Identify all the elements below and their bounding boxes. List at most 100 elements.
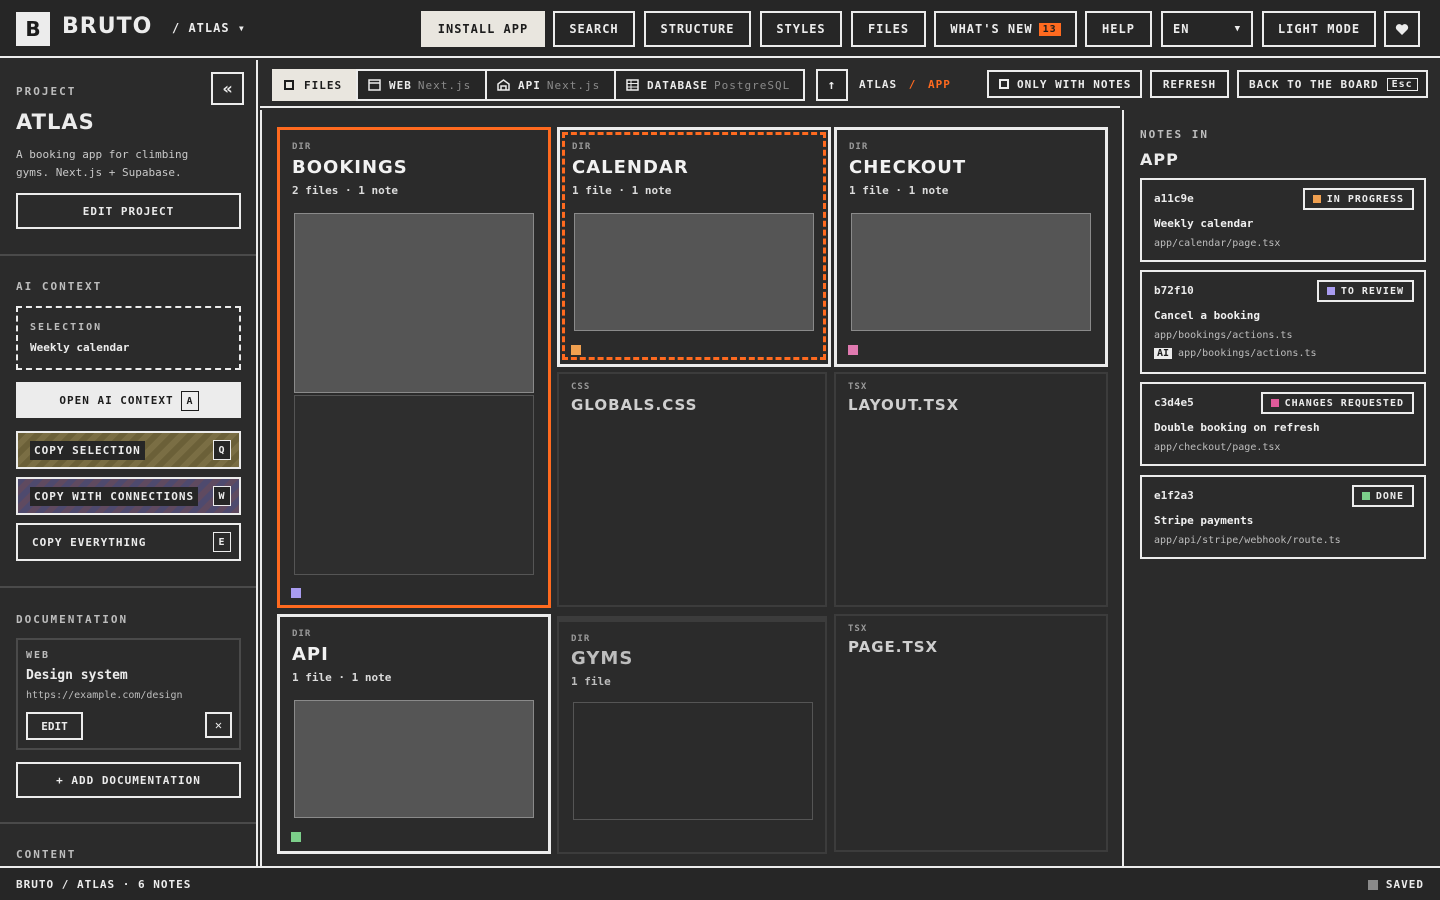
- note-card[interactable]: b72f10 TO REVIEW Cancel a booking app/bo…: [1140, 270, 1426, 374]
- file-preview[interactable]: [574, 213, 814, 331]
- card-api[interactable]: DIR API 1 file · 1 note: [277, 614, 551, 854]
- status-badge: TO REVIEW: [1316, 280, 1414, 302]
- note-path[interactable]: app/api/stripe/webhook/route.ts: [1154, 535, 1341, 546]
- ai-tag: AI: [1154, 348, 1173, 359]
- copy-everything-label: COPY EVERYTHING: [32, 535, 147, 549]
- note-title: Double booking on refresh: [1154, 421, 1320, 434]
- file-preview[interactable]: [851, 213, 1091, 331]
- notes-label: NOTES IN: [1140, 128, 1209, 141]
- app-name: BRUTO: [62, 14, 153, 39]
- ai-path[interactable]: app/bookings/actions.ts: [1178, 348, 1316, 359]
- language-select[interactable]: EN ▼: [1161, 11, 1253, 47]
- card-gyms[interactable]: DIR GYMS 1 file: [557, 616, 827, 854]
- whats-new-button[interactable]: WHAT'S NEW 13: [934, 11, 1077, 47]
- ai-context-section: AI CONTEXT SELECTION Weekly calendar OPE…: [0, 256, 256, 588]
- file-preview[interactable]: [294, 700, 534, 818]
- breadcrumb: ATLAS / APP: [859, 78, 951, 91]
- view-tabs-row: FILES WEB Next.js API Next.js DATABASE Post…: [260, 60, 1428, 108]
- note-card[interactable]: c3d4e5 CHANGES REQUESTED Double booking …: [1140, 382, 1426, 466]
- structure-button[interactable]: STRUCTURE: [644, 11, 751, 47]
- open-ai-context-button[interactable]: OPEN AI CONTEXT A: [16, 382, 241, 418]
- note-path[interactable]: app/checkout/page.tsx: [1154, 442, 1280, 453]
- tab-api[interactable]: API Next.js: [485, 69, 616, 101]
- tab-label: DATABASE: [647, 78, 708, 92]
- refresh-button[interactable]: REFRESH: [1150, 70, 1229, 98]
- doc-remove-button[interactable]: ✕: [205, 712, 232, 738]
- note-card[interactable]: e1f2a3 DONE Stripe payments app/api/stri…: [1140, 475, 1426, 559]
- files-button[interactable]: FILES: [851, 11, 926, 47]
- note-marker: [291, 832, 301, 842]
- shortcut-key: W: [213, 486, 231, 506]
- note-ai-path-row: AI app/bookings/actions.ts: [1154, 348, 1317, 359]
- board: DIR BOOKINGS 2 files · 1 note DIR CALEND…: [260, 110, 1120, 866]
- status-dot: [1270, 399, 1279, 407]
- help-button[interactable]: HELP: [1085, 11, 1152, 47]
- styles-button[interactable]: STYLES: [760, 11, 842, 47]
- project-description: A booking app for climbing gyms. Next.js…: [16, 148, 189, 179]
- only-with-notes-toggle[interactable]: ONLY WITH NOTES: [987, 70, 1142, 98]
- status-dot: [1326, 287, 1335, 295]
- card-bookings[interactable]: DIR BOOKINGS 2 files · 1 note: [277, 127, 551, 608]
- back-label: BACK TO THE BOARD: [1249, 77, 1379, 91]
- tab-files[interactable]: FILES: [272, 69, 358, 101]
- tab-web[interactable]: WEB Next.js: [356, 69, 487, 101]
- file-preview[interactable]: [294, 395, 534, 575]
- project-label: PROJECT: [16, 85, 77, 98]
- card-title: CALENDAR: [572, 157, 689, 178]
- file-preview[interactable]: [294, 213, 534, 393]
- documentation-label: DOCUMENTATION: [16, 613, 129, 626]
- card-globals-css[interactable]: CSS GLOBALS.CSS: [557, 372, 827, 607]
- project-switcher[interactable]: / ATLAS ▾: [172, 21, 246, 35]
- doc-kind: WEB: [26, 650, 51, 661]
- note-title: Cancel a booking: [1154, 309, 1260, 322]
- status-badge: DONE: [1351, 485, 1414, 507]
- open-ai-context-label: OPEN AI CONTEXT: [59, 393, 174, 407]
- note-path[interactable]: app/bookings/actions.ts: [1154, 330, 1292, 341]
- breadcrumb-separator: /: [908, 78, 917, 91]
- favorite-button[interactable]: [1384, 11, 1420, 47]
- copy-with-connections-button[interactable]: COPY WITH CONNECTIONS W: [16, 477, 241, 515]
- card-meta: 1 file · 1 note: [292, 671, 392, 684]
- edit-project-button[interactable]: EDIT PROJECT: [16, 193, 241, 229]
- content-section: CONTENT: [0, 824, 256, 866]
- card-calendar[interactable]: DIR CALENDAR 1 file · 1 note: [557, 127, 831, 367]
- copy-everything-button[interactable]: COPY EVERYTHING E: [16, 523, 241, 561]
- heart-icon: [1395, 23, 1409, 35]
- ai-context-label: AI CONTEXT: [16, 280, 103, 293]
- logo-mark: B: [16, 12, 50, 46]
- tab-label: FILES: [304, 78, 343, 92]
- card-checkout[interactable]: DIR CHECKOUT 1 file · 1 note: [834, 127, 1108, 367]
- note-card[interactable]: a11c9e IN PROGRESS Weekly calendar app/c…: [1140, 178, 1426, 262]
- status-bar: BRUTO / ATLAS · 6 NOTES SAVED: [0, 866, 1440, 900]
- add-documentation-button[interactable]: + ADD DOCUMENTATION: [16, 762, 241, 798]
- saved-icon: [1367, 879, 1378, 890]
- doc-edit-button[interactable]: EDIT: [26, 712, 83, 740]
- breadcrumb-root[interactable]: ATLAS: [859, 78, 897, 91]
- collapse-sidebar-button[interactable]: «: [211, 72, 244, 105]
- note-title: Weekly calendar: [1154, 217, 1254, 230]
- card-kind: DIR: [292, 142, 312, 152]
- tab-database[interactable]: DATABASE PostgreSQL: [614, 69, 805, 101]
- selection-box: SELECTION Weekly calendar: [16, 306, 241, 370]
- copy-selection-button[interactable]: COPY SELECTION Q: [16, 431, 241, 469]
- card-page-tsx[interactable]: TSX PAGE.TSX: [834, 614, 1108, 852]
- back-to-board-button[interactable]: BACK TO THE BOARD Esc: [1237, 70, 1428, 98]
- card-layout-tsx[interactable]: TSX LAYOUT.TSX: [834, 372, 1108, 607]
- square-icon: [284, 80, 294, 90]
- file-preview[interactable]: [573, 702, 813, 820]
- search-button[interactable]: SEARCH: [553, 11, 635, 47]
- doc-url[interactable]: https://example.com/design: [26, 690, 183, 701]
- selection-value: Weekly calendar: [30, 341, 130, 354]
- card-kind: TSX: [848, 382, 868, 392]
- selection-label: SELECTION: [30, 322, 103, 333]
- light-mode-button[interactable]: LIGHT MODE: [1262, 11, 1376, 47]
- note-path[interactable]: app/calendar/page.tsx: [1154, 238, 1280, 249]
- tab-label: API: [518, 78, 541, 92]
- note-title: Stripe payments: [1154, 514, 1254, 527]
- install-app-button[interactable]: INSTALL APP: [421, 11, 545, 47]
- up-directory-button[interactable]: ↑: [816, 69, 848, 101]
- table-icon: [626, 79, 639, 91]
- double-chevron-left-icon: «: [222, 79, 233, 98]
- notes-panel: NOTES IN APP a11c9e IN PROGRESS Weekly c…: [1122, 110, 1440, 866]
- window-icon: [368, 79, 381, 91]
